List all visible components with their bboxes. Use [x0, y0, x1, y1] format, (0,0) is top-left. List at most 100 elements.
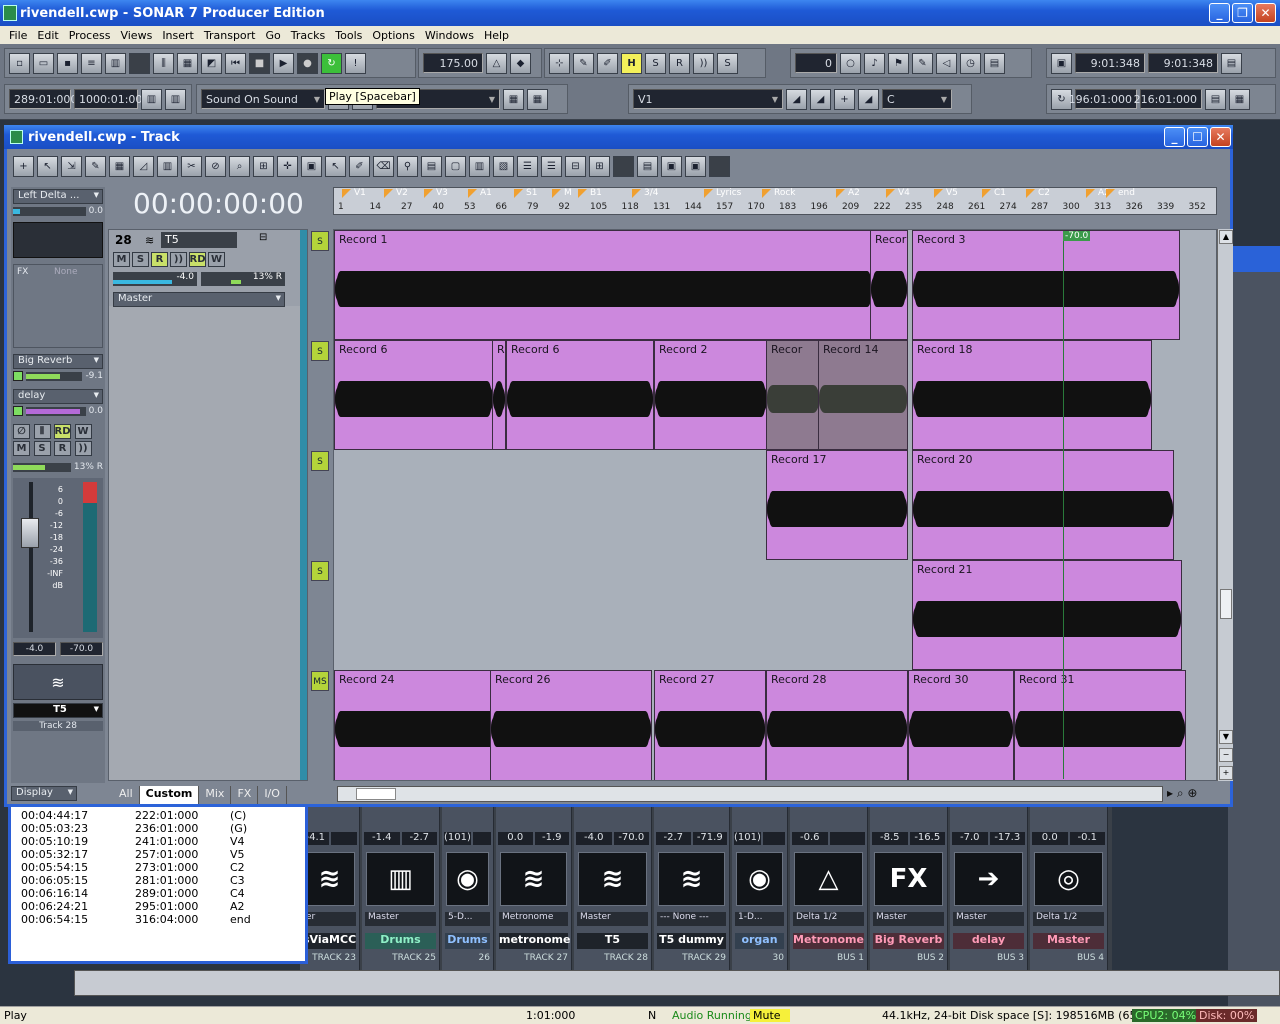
- audio-icon[interactable]: )): [693, 52, 714, 74]
- marker-row[interactable]: 00:06:05:15 281:01:000 C3: [21, 874, 251, 887]
- key-select[interactable]: C: [882, 89, 952, 109]
- strip-output[interactable]: Delta 1/2: [1033, 912, 1104, 926]
- audio-clip[interactable]: Record 21: [912, 560, 1182, 670]
- strip-name[interactable]: Metronome: [793, 933, 864, 949]
- time-ruler[interactable]: V1 V2 V3 A1 S1 M B1 3/4 Lyrics Rock A2 V4 V5 C1 C2 A2 en…: [333, 187, 1217, 215]
- strip-output[interactable]: Delta 1/2: [793, 912, 864, 926]
- draw-tool-icon[interactable]: ✎: [85, 155, 106, 177]
- clock-icon[interactable]: ◷: [960, 52, 981, 74]
- inspector-track-name[interactable]: T5: [13, 703, 103, 718]
- lane-3-solo[interactable]: S: [311, 451, 329, 471]
- strip-name[interactable]: organ: [735, 933, 784, 949]
- marker-icon[interactable]: ⚑: [888, 52, 909, 74]
- track-minimize-button[interactable]: _: [1164, 127, 1185, 147]
- tab-mix[interactable]: Mix: [199, 786, 232, 804]
- vscroll-thumb[interactable]: [1220, 589, 1232, 619]
- audio-clip[interactable]: Record 27: [654, 670, 766, 780]
- audio-clip[interactable]: Record 1: [334, 230, 874, 340]
- marker-row[interactable]: 00:06:54:15 316:04:000 end: [21, 913, 251, 926]
- stop-icon[interactable]: ■: [249, 52, 270, 74]
- close-button[interactable]: ✕: [1255, 3, 1276, 23]
- voice-select[interactable]: V1: [633, 89, 783, 109]
- view-8-icon[interactable]: [613, 155, 634, 177]
- pan-slider[interactable]: [13, 462, 71, 472]
- strip-name[interactable]: T5: [577, 933, 648, 949]
- ruler-marker[interactable]: V4: [886, 188, 910, 198]
- loop-grid-icon[interactable]: ▦: [1229, 88, 1250, 110]
- track-volume-slider[interactable]: -4.0: [113, 272, 197, 286]
- bus-grid-icon[interactable]: ▦: [527, 88, 548, 110]
- tab-fx[interactable]: FX: [231, 786, 259, 804]
- audio-clip[interactable]: Record 26: [490, 670, 652, 780]
- rd-button[interactable]: RD: [54, 424, 71, 439]
- record-mode-select[interactable]: Sound On Sound: [201, 89, 325, 109]
- audio-clip[interactable]: Record 30: [908, 670, 1014, 780]
- strip-output[interactable]: Master: [873, 912, 944, 926]
- inspector-arm-button[interactable]: R: [54, 441, 71, 456]
- console-strip[interactable]: -2.7 -71.9 ≋ --- None --- T5 dummy TRACK 29: [654, 806, 730, 970]
- lane-2-solo[interactable]: S: [311, 341, 329, 361]
- strip-name[interactable]: delay: [953, 933, 1024, 949]
- strip-output[interactable]: 5-D...: [445, 912, 490, 926]
- ruler-marker[interactable]: A2: [836, 188, 860, 198]
- console-strip[interactable]: 0.0 -0.1 ◎ Delta 1/2 Master BUS 4: [1030, 806, 1108, 970]
- tempo-field[interactable]: 175.00: [423, 53, 483, 73]
- counter-field[interactable]: 0: [795, 53, 837, 73]
- track-28-header[interactable]: 28 ≋ T5 ⊟ M S R )) RD W -4.0 13% R Maste…: [109, 230, 307, 307]
- menu-edit[interactable]: Edit: [32, 29, 63, 42]
- sync-icon[interactable]: S: [717, 52, 738, 74]
- zoom-h-icons[interactable]: ▸ ⌕ ⊕: [1167, 786, 1197, 801]
- audio-clip[interactable]: R: [492, 340, 506, 450]
- marker-add-icon[interactable]: +: [834, 88, 855, 110]
- ruler-marker[interactable]: C2: [1026, 188, 1050, 198]
- scroll-down-icon[interactable]: ▼: [1219, 730, 1233, 744]
- lane-5-mute-solo[interactable]: MS: [311, 671, 329, 691]
- track-rd-button[interactable]: RD: [189, 252, 206, 267]
- view-4-icon[interactable]: ☰: [517, 155, 538, 177]
- strip-output[interactable]: 1-D...: [735, 912, 784, 926]
- menu-tracks[interactable]: Tracks: [286, 29, 331, 42]
- track-monitor-button[interactable]: )): [170, 252, 187, 267]
- menu-process[interactable]: Process: [64, 29, 116, 42]
- marker-row[interactable]: 00:05:32:17 257:01:000 V5: [21, 848, 251, 861]
- track-arm-button[interactable]: R: [151, 252, 168, 267]
- view-3-icon[interactable]: ▧: [493, 155, 514, 177]
- audio-clip[interactable]: Record 2: [654, 340, 768, 450]
- ruler-marker[interactable]: V2: [384, 188, 408, 198]
- event-list-icon[interactable]: ▦: [177, 52, 198, 74]
- lanes-icon[interactable]: ▥: [157, 155, 178, 177]
- insert-track-icon[interactable]: +: [13, 155, 34, 177]
- track-name-field[interactable]: T5: [161, 232, 237, 248]
- fx-bin[interactable]: FX None: [13, 264, 103, 348]
- track-solo-button[interactable]: S: [132, 252, 149, 267]
- audio-clip[interactable]: Record 31: [1014, 670, 1186, 780]
- inspector-solo-button[interactable]: S: [33, 441, 51, 456]
- s-button[interactable]: S: [645, 52, 666, 74]
- view-10-icon[interactable]: ▣: [661, 155, 682, 177]
- snap-icon[interactable]: ⊹: [549, 52, 570, 74]
- audio-clip[interactable]: Record 17: [766, 450, 908, 560]
- marquee-icon[interactable]: ▣: [301, 155, 322, 177]
- record-icon[interactable]: ●: [297, 52, 318, 74]
- track-pan-slider[interactable]: 13% R: [201, 272, 285, 286]
- browser-icon[interactable]: ◩: [201, 52, 222, 74]
- marker-edit-icon[interactable]: ◢: [786, 88, 807, 110]
- interleave-button[interactable]: ⫴: [33, 424, 51, 439]
- counter-icon[interactable]: ○: [840, 52, 861, 74]
- save-icon[interactable]: ▪: [57, 52, 78, 74]
- draw-icon[interactable]: ✐: [597, 52, 618, 74]
- audio-clip[interactable]: Record 6: [506, 340, 654, 450]
- zoom-out-v-icon[interactable]: −: [1219, 748, 1233, 762]
- view-7-icon[interactable]: ⊞: [589, 155, 610, 177]
- view-options-icon[interactable]: ▤: [421, 155, 442, 177]
- input-select[interactable]: Left Delta ...: [13, 189, 103, 204]
- pencil-icon[interactable]: ✐: [349, 155, 370, 177]
- tab-io[interactable]: I/O: [258, 786, 287, 804]
- strip-name[interactable]: Drums: [365, 933, 436, 949]
- input-trim-slider[interactable]: [13, 206, 86, 216]
- clips-pane[interactable]: Record 1 Recor Record 3 Record 6 R Record 6 Re…: [333, 229, 1217, 781]
- time-set-icon[interactable]: ▤: [1221, 52, 1242, 74]
- console-strip[interactable]: -8.5 -16.5 FX Master Big Reverb BUS 2: [870, 806, 948, 970]
- marker-row[interactable]: 00:05:10:19 241:01:000 V4: [21, 835, 251, 848]
- panic-icon[interactable]: !: [345, 52, 366, 74]
